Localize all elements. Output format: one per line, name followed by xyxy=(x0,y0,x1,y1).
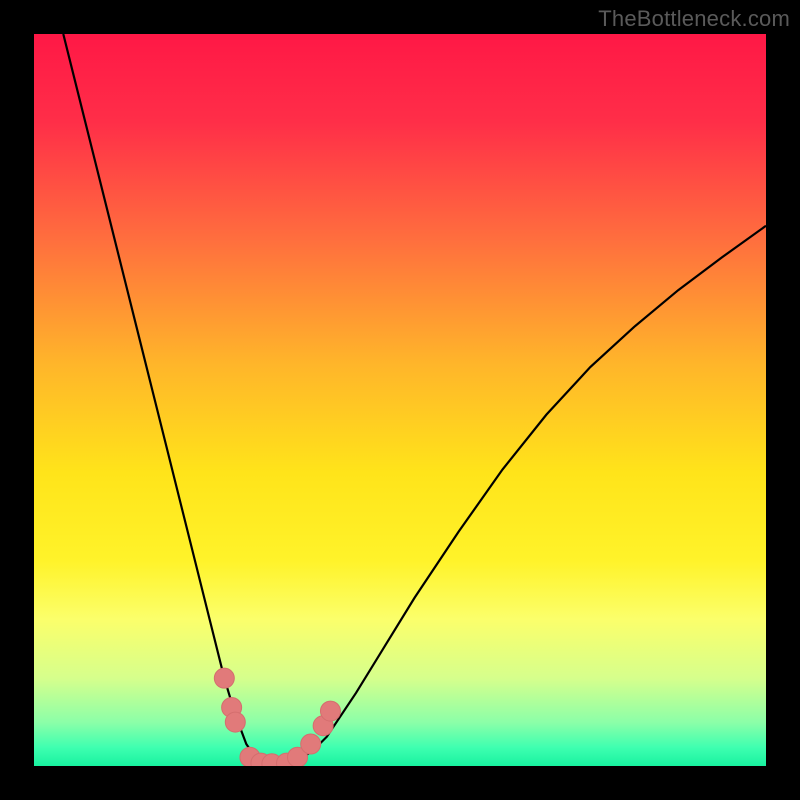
background-gradient xyxy=(34,34,766,766)
watermark-text: TheBottleneck.com xyxy=(598,6,790,32)
plot-area xyxy=(34,34,766,766)
chart-frame: TheBottleneck.com xyxy=(0,0,800,800)
